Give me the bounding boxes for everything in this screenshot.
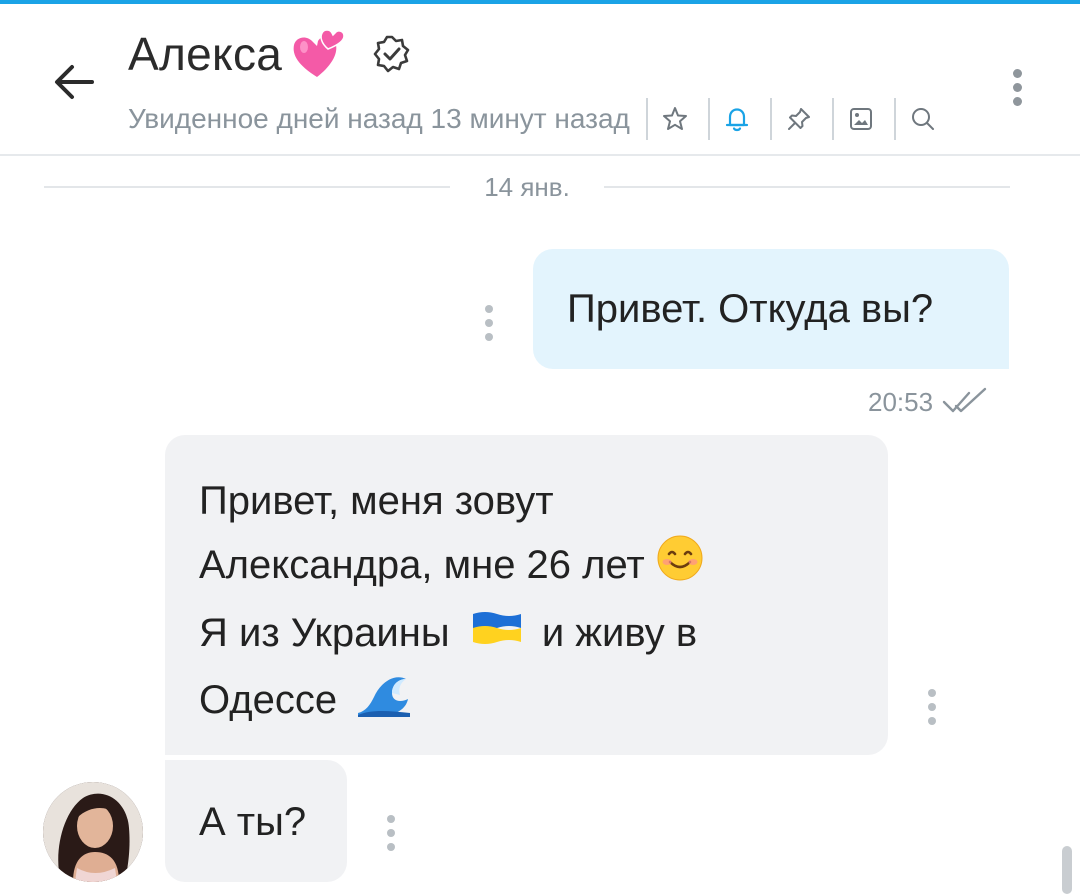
smiling-face-emoji	[656, 534, 704, 601]
message-options-button[interactable]	[479, 305, 499, 341]
dot	[387, 843, 395, 851]
date-label: 14 янв.	[484, 171, 570, 202]
search-button[interactable]	[898, 96, 948, 142]
message-line: Я из Украины и живу в	[199, 601, 888, 667]
message-line: Привет, меня зовут	[199, 469, 888, 533]
divider	[645, 98, 648, 140]
message-text: А ты?	[199, 800, 307, 844]
divider	[769, 98, 772, 140]
divider-line	[603, 186, 1010, 188]
image-icon	[849, 108, 872, 130]
message-line: Одессе	[199, 667, 888, 738]
message-line: Александра, мне 26 лет	[199, 533, 888, 601]
message-meta: 20:53	[868, 382, 991, 422]
divider	[831, 98, 834, 140]
message-text: Привет, меня зовут	[199, 479, 554, 523]
scrollbar-thumb[interactable]	[1062, 846, 1072, 894]
ukraine-flag-emoji	[471, 603, 523, 667]
more-dot	[1012, 68, 1022, 78]
double-check-icon	[941, 387, 991, 417]
incoming-message-bubble[interactable]: А ты?	[165, 760, 347, 882]
back-button[interactable]	[46, 54, 102, 110]
message-text: Я из Украины	[199, 610, 450, 655]
chat-header: Алекса Увиденное дней назад 13 минут наз…	[0, 4, 1080, 156]
chat-title-row[interactable]: Алекса	[128, 26, 412, 82]
incoming-message-bubble[interactable]: Привет, меня зовут Александра, мне 26 ле…	[165, 435, 888, 755]
pin-icon	[787, 108, 810, 130]
star-icon	[662, 107, 687, 130]
divider-line	[44, 186, 451, 188]
message-text: Александра, мне 26 лет	[199, 543, 645, 587]
arrow-left-icon	[55, 65, 94, 99]
search-icon	[911, 108, 934, 130]
message-options-button[interactable]	[922, 689, 942, 725]
message-text: и живу в	[541, 610, 698, 655]
chat-title: Алекса	[128, 28, 283, 80]
dot	[485, 333, 493, 341]
dot	[387, 829, 395, 837]
dot	[485, 319, 493, 327]
message-options-button[interactable]	[381, 815, 401, 851]
dot	[387, 815, 395, 823]
more-dot	[1012, 82, 1022, 92]
pin-button[interactable]	[774, 96, 824, 142]
outgoing-message-bubble[interactable]: Привет. Откуда вы?	[533, 249, 1009, 369]
message-text: Привет. Откуда вы?	[567, 287, 934, 331]
divider	[707, 98, 710, 140]
dot	[928, 717, 936, 725]
two-hearts-emoji	[288, 25, 346, 83]
water-wave-emoji	[356, 667, 412, 738]
last-seen-status: Увиденное дней назад 13 минут назад	[128, 103, 630, 134]
bell-icon	[725, 108, 748, 132]
message-text: Одессе	[199, 678, 338, 723]
chat-subtitle-row: Увиденное дней назад 13 минут назад	[128, 96, 948, 142]
date-divider: 14 янв.	[44, 170, 1010, 204]
dot	[485, 305, 493, 313]
notifications-button[interactable]	[712, 96, 762, 142]
divider	[893, 98, 896, 140]
dot	[928, 703, 936, 711]
favorite-button[interactable]	[650, 96, 700, 142]
message-time: 20:53	[868, 386, 934, 417]
media-button[interactable]	[836, 96, 886, 142]
dot	[928, 689, 936, 697]
verified-badge-icon	[372, 34, 412, 74]
more-dot	[1012, 96, 1022, 106]
more-options-button[interactable]	[1000, 56, 1034, 118]
avatar[interactable]	[43, 782, 143, 882]
